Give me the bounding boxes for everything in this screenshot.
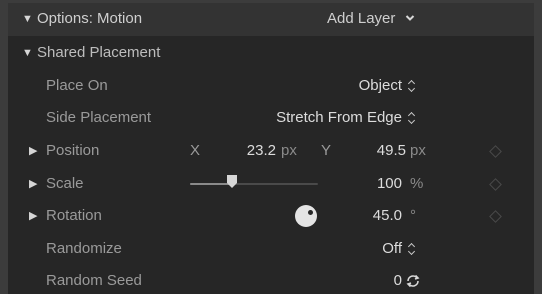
keyframe-diamond-icon[interactable] xyxy=(489,145,502,158)
rotation-unit: ° xyxy=(410,207,416,224)
position-x-unit: px xyxy=(281,142,297,159)
row-rotation: ▶ Rotation 45.0 ° xyxy=(8,200,534,232)
row-side-placement: Side Placement Stretch From Edge xyxy=(8,102,534,134)
place-on-label: Place On xyxy=(46,77,108,94)
position-y-unit: px xyxy=(410,142,426,159)
row-place-on: Place On Object xyxy=(8,70,534,102)
add-layer-menu[interactable]: Add Layer xyxy=(327,3,415,35)
row-random-seed: Random Seed 0 xyxy=(8,265,534,294)
scale-label: Scale xyxy=(46,175,84,192)
row-scale: ▶ Scale 100 % xyxy=(8,168,534,200)
row-randomize: Randomize Off xyxy=(8,233,534,265)
disclosure-closed-icon[interactable]: ▶ xyxy=(29,135,37,167)
refresh-icon[interactable] xyxy=(405,273,421,289)
scale-unit: % xyxy=(410,175,424,192)
stepper-icon[interactable] xyxy=(407,242,417,256)
disclosure-closed-icon[interactable]: ▶ xyxy=(29,168,37,200)
scale-slider-fill xyxy=(190,183,233,185)
position-x-label: X xyxy=(190,142,201,159)
random-seed-label: Random Seed xyxy=(46,272,142,289)
place-on-popup[interactable]: Object xyxy=(359,70,402,102)
random-seed-field[interactable]: 0 xyxy=(394,265,402,294)
add-layer-label: Add Layer xyxy=(327,10,396,27)
side-placement-popup[interactable]: Stretch From Edge xyxy=(276,102,402,134)
keyframe-diamond-icon[interactable] xyxy=(489,210,502,223)
scale-field[interactable]: 100 xyxy=(377,168,402,200)
stepper-icon[interactable] xyxy=(407,111,417,125)
randomize-label: Randomize xyxy=(46,240,122,257)
group-label: Shared Placement xyxy=(37,44,161,61)
section-title: Options: Motion xyxy=(37,10,143,27)
group-shared-placement[interactable]: ▼ Shared Placement xyxy=(8,37,534,69)
rotation-dial[interactable] xyxy=(295,205,317,227)
position-y-label: Y xyxy=(321,142,332,159)
row-position: ▶ Position X 23.2 px Y 49.5 px xyxy=(8,135,534,167)
inspector-panel: ▼ Options: Motion Add Layer ▼ Shared Pla… xyxy=(8,3,534,294)
scale-slider-thumb[interactable] xyxy=(227,175,238,189)
section-header[interactable]: ▼ Options: Motion Add Layer xyxy=(8,3,534,36)
keyframe-diamond-icon[interactable] xyxy=(489,178,502,191)
disclosure-open-icon[interactable]: ▼ xyxy=(22,37,33,69)
position-label: Position xyxy=(46,142,100,159)
rotation-label: Rotation xyxy=(46,207,102,224)
stepper-icon[interactable] xyxy=(407,79,417,93)
disclosure-open-icon[interactable]: ▼ xyxy=(22,3,33,35)
position-y-field[interactable]: 49.5 xyxy=(377,135,406,167)
rotation-dial-indicator xyxy=(308,210,313,215)
rotation-field[interactable]: 45.0 xyxy=(373,200,402,232)
disclosure-closed-icon[interactable]: ▶ xyxy=(29,200,37,232)
side-placement-label: Side Placement xyxy=(46,109,152,126)
chevron-down-icon xyxy=(405,15,414,21)
position-x-field[interactable]: 23.2 xyxy=(247,135,276,167)
randomize-popup[interactable]: Off xyxy=(382,233,402,265)
